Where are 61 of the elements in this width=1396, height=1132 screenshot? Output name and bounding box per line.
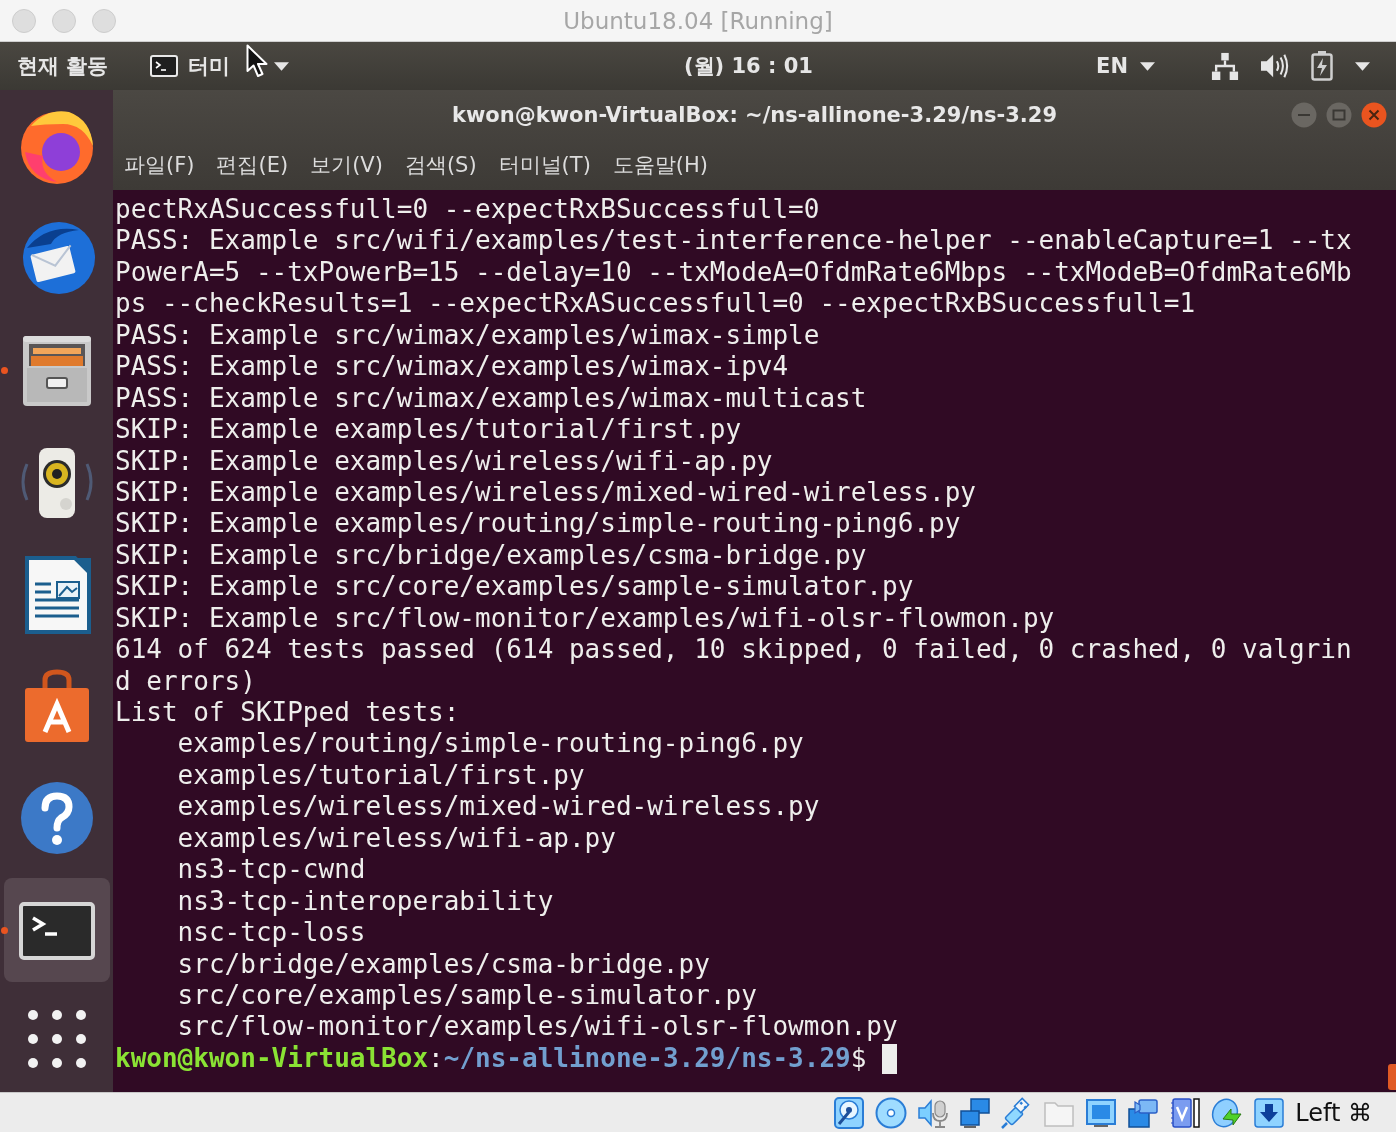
terminal-line: PASS: Example src/wimax/examples/wimax-ipv4 — [115, 351, 789, 383]
scrollbar-thumb[interactable] — [1388, 1064, 1396, 1090]
clock-button[interactable]: (월) 16 : 01 — [680, 50, 817, 82]
menu-item[interactable]: 편집(E) — [213, 148, 292, 182]
arrow-disc-icon[interactable] — [1211, 1096, 1244, 1129]
terminal-line: examples/wireless/mixed-wired-wireless.py — [176, 791, 820, 823]
command-prompt: kwon@kwon-VirtualBox:~/ns-allinone-3.29/ns-3.29$ — [115, 1042, 867, 1075]
terminal-line: ns3-tcp-cwnd — [176, 854, 366, 886]
terminal-line: PASS: Example src/wifi/examples/test-interference-helper --enableCapture=1 --tx — [115, 225, 1352, 257]
terminal-line: examples/wireless/wifi-ap.py — [176, 822, 616, 855]
terminal-line: SKIP: Example examples/tutorial/first.py — [115, 414, 742, 446]
chip-icon[interactable] — [1169, 1096, 1202, 1129]
battery-icon — [1311, 51, 1333, 81]
speaker-microphone-icon[interactable] — [917, 1096, 950, 1129]
terminal-line: examples/routing/simple-routing-ping6.py — [176, 728, 804, 760]
network-icon — [1211, 52, 1239, 80]
terminal-line: 614 of 624 tests passed (614 passed, 10 skipped, 0 failed, 0 crashed, 0 valgrin — [115, 634, 1352, 666]
terminal-line: SKIP: Example examples/wireless/wifi-ap.py — [115, 445, 773, 477]
activities-button[interactable]: 현재 활동 — [14, 50, 112, 82]
text-cursor-icon — [882, 1043, 898, 1074]
dock-launcher[interactable] — [3, 878, 110, 982]
menu-item[interactable]: 검색(S) — [401, 148, 480, 182]
monitor-icon[interactable] — [1085, 1096, 1118, 1129]
app-menu[interactable]: 터미 — [147, 50, 293, 82]
caret-icon — [1140, 61, 1155, 71]
terminal-line: src/core/examples/sample-simulator.py — [176, 979, 757, 1012]
terminal-line: PowerA=5 --txPowerB=15 --delay=10 --txModeA=OfdmRate6Mbps --txModeB=OfdmRate6Mb — [115, 256, 1352, 289]
menu-item[interactable]: 도움말(H) — [609, 148, 711, 182]
close-button[interactable] — [1361, 102, 1387, 128]
disc-icon[interactable] — [875, 1096, 908, 1129]
video-camera-icon[interactable] — [1127, 1096, 1160, 1129]
terminal-line: List of SKIPped tests: — [115, 697, 460, 729]
terminal-line: src/flow-monitor/examples/wifi-olsr-flowmon.py — [176, 1011, 898, 1043]
window-title: kwon@kwon-VirtualBox: ~/ns-allinone-3.29/ns-3.29 — [451, 103, 1058, 127]
window-title: Ubuntu18.04 [Running] — [563, 7, 833, 34]
menu-item[interactable]: 터미널(T) — [495, 148, 594, 182]
terminal-line: PASS: Example src/wimax/examples/wimax-multicast — [115, 382, 867, 415]
monitors-icon[interactable] — [959, 1096, 992, 1129]
terminal-line: SKIP: Example src/bridge/examples/csma-bridge.py — [115, 539, 867, 572]
caret-icon — [274, 61, 290, 71]
terminal-line: pectRxASuccessfull=0 --expectRxBSuccessfull=0 — [115, 194, 820, 226]
terminal-line: examples/tutorial/first.py — [176, 759, 585, 792]
terminal-line: SKIP: Example examples/routing/simple-routing-ping6.py — [115, 508, 961, 540]
volume-icon — [1261, 52, 1289, 80]
keyboard-layout-button[interactable]: EN — [1093, 52, 1158, 80]
terminal-line: SKIP: Example examples/wireless/mixed-wired-wireless.py — [115, 476, 976, 509]
terminal-icon — [150, 55, 179, 77]
app-grid-icon[interactable] — [27, 1010, 86, 1068]
mouse-pointer-icon — [246, 44, 268, 78]
terminal-line: ps --checkResults=1 --expectRxASuccessfull=0 --expectRxBSuccessfull=1 — [115, 288, 1196, 320]
menu-item[interactable]: 파일(F) — [121, 148, 198, 182]
menu-item[interactable]: 보기(V) — [307, 148, 386, 182]
host-key-label: Left ⌘ — [1295, 1098, 1372, 1127]
terminal-line: src/bridge/examples/csma-bridge.py — [176, 948, 710, 980]
caret-icon — [1355, 61, 1370, 71]
terminal-line: ns3-tcp-interoperability — [176, 885, 554, 918]
terminal-line: d errors) — [115, 665, 256, 697]
terminal-line: SKIP: Example src/core/examples/sample-simulator.py — [115, 571, 914, 603]
terminal-line: SKIP: Example src/flow-monitor/examples/wifi-olsr-flowmon.py — [115, 602, 1055, 635]
terminal-line: PASS: Example src/wimax/examples/wimax-simple — [115, 319, 820, 352]
terminal-line: nsc-tcp-loss — [176, 917, 366, 949]
